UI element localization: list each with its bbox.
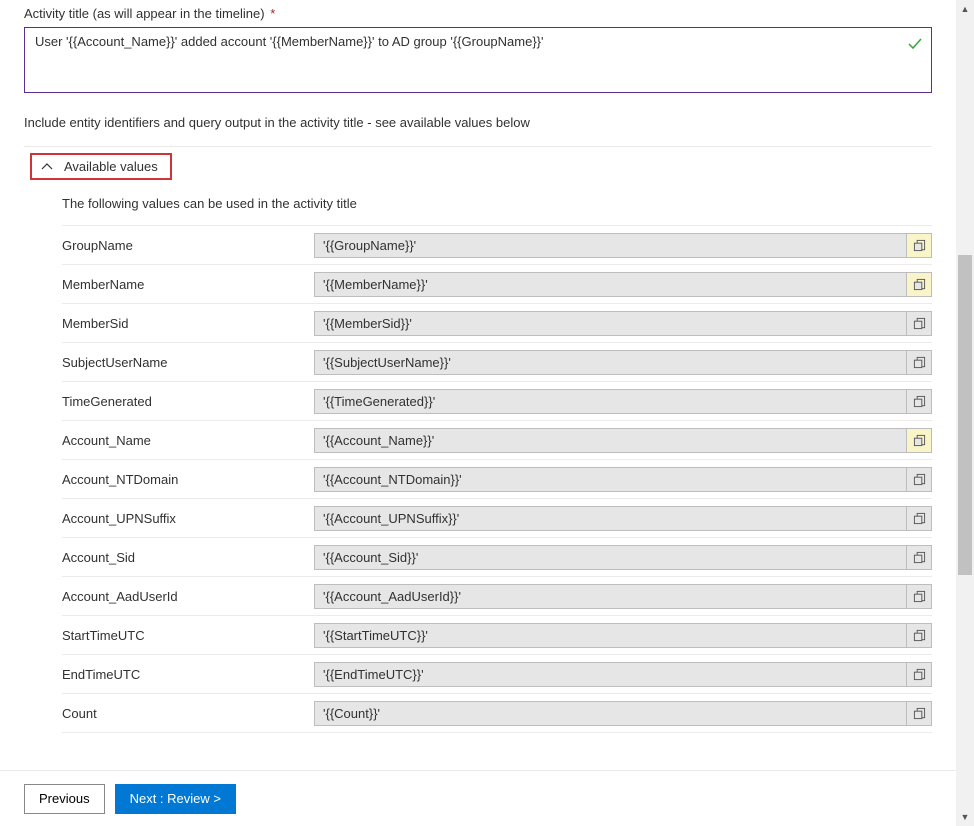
value-name: EndTimeUTC [62, 659, 314, 690]
value-cell: '{{MemberName}}' [314, 267, 932, 302]
value-cell: '{{Count}}' [314, 696, 932, 731]
required-asterisk: * [270, 6, 275, 21]
value-row: Account_NTDomain'{{Account_NTDomain}}' [62, 460, 932, 499]
copy-icon[interactable] [906, 467, 932, 492]
value-row: Account_AadUserId'{{Account_AadUserId}}' [62, 577, 932, 616]
value-cell: '{{TimeGenerated}}' [314, 384, 932, 419]
value-cell: '{{Account_UPNSuffix}}' [314, 501, 932, 536]
scroll-down-arrow-icon[interactable]: ▼ [956, 808, 974, 826]
available-values-description: The following values can be used in the … [62, 196, 932, 211]
scrollbar-track[interactable] [956, 18, 974, 808]
value-token: '{{TimeGenerated}}' [314, 389, 906, 414]
next-review-button[interactable]: Next : Review > [115, 784, 236, 814]
value-token: '{{Account_UPNSuffix}}' [314, 506, 906, 531]
previous-button[interactable]: Previous [24, 784, 105, 814]
activity-title-value: User '{{Account_Name}}' added account '{… [35, 34, 544, 49]
copy-icon[interactable] [906, 389, 932, 414]
value-cell: '{{Account_NTDomain}}' [314, 462, 932, 497]
copy-icon[interactable] [906, 233, 932, 258]
copy-icon[interactable] [906, 584, 932, 609]
value-row: GroupName'{{GroupName}}' [62, 226, 932, 265]
value-token: '{{Count}}' [314, 701, 906, 726]
copy-icon[interactable] [906, 701, 932, 726]
chevron-up-icon [40, 160, 54, 174]
copy-icon[interactable] [906, 623, 932, 648]
wizard-footer: Previous Next : Review > [0, 770, 974, 826]
value-cell: '{{SubjectUserName}}' [314, 345, 932, 380]
value-cell: '{{Account_Name}}' [314, 423, 932, 458]
value-name: Count [62, 698, 314, 729]
value-token: '{{Account_NTDomain}}' [314, 467, 906, 492]
divider [24, 146, 932, 147]
copy-icon[interactable] [906, 311, 932, 336]
copy-icon[interactable] [906, 272, 932, 297]
available-values-label: Available values [64, 159, 158, 174]
scrollbar-thumb[interactable] [958, 255, 972, 575]
value-row: EndTimeUTC'{{EndTimeUTC}}' [62, 655, 932, 694]
value-row: MemberSid'{{MemberSid}}' [62, 304, 932, 343]
value-name: MemberSid [62, 308, 314, 339]
value-name: Account_UPNSuffix [62, 503, 314, 534]
value-name: Account_AadUserId [62, 581, 314, 612]
value-token: '{{Account_Sid}}' [314, 545, 906, 570]
value-name: Account_Name [62, 425, 314, 456]
value-name: Account_NTDomain [62, 464, 314, 495]
value-token: '{{Account_Name}}' [314, 428, 906, 453]
value-cell: '{{Account_Sid}}' [314, 540, 932, 575]
value-row: Account_Name'{{Account_Name}}' [62, 421, 932, 460]
copy-icon[interactable] [906, 545, 932, 570]
value-cell: '{{EndTimeUTC}}' [314, 657, 932, 692]
checkmark-icon [907, 36, 923, 57]
value-row: StartTimeUTC'{{StartTimeUTC}}' [62, 616, 932, 655]
value-row: MemberName'{{MemberName}}' [62, 265, 932, 304]
copy-icon[interactable] [906, 662, 932, 687]
value-name: Account_Sid [62, 542, 314, 573]
value-cell: '{{Account_AadUserId}}' [314, 579, 932, 614]
value-name: GroupName [62, 230, 314, 261]
value-cell: '{{GroupName}}' [314, 228, 932, 263]
value-token: '{{SubjectUserName}}' [314, 350, 906, 375]
value-name: MemberName [62, 269, 314, 300]
value-token: '{{MemberName}}' [314, 272, 906, 297]
vertical-scrollbar[interactable]: ▲ ▼ [956, 0, 974, 826]
value-cell: '{{MemberSid}}' [314, 306, 932, 341]
value-name: SubjectUserName [62, 347, 314, 378]
help-text: Include entity identifiers and query out… [24, 115, 932, 130]
value-row: TimeGenerated'{{TimeGenerated}}' [62, 382, 932, 421]
value-token: '{{StartTimeUTC}}' [314, 623, 906, 648]
value-token: '{{EndTimeUTC}}' [314, 662, 906, 687]
copy-icon[interactable] [906, 350, 932, 375]
activity-title-label: Activity title (as will appear in the ti… [24, 6, 932, 21]
value-token: '{{MemberSid}}' [314, 311, 906, 336]
available-values-list: GroupName'{{GroupName}}'MemberName'{{Mem… [62, 225, 932, 733]
activity-title-label-text: Activity title (as will appear in the ti… [24, 6, 265, 21]
value-token: '{{Account_AadUserId}}' [314, 584, 906, 609]
value-name: StartTimeUTC [62, 620, 314, 651]
value-row: SubjectUserName'{{SubjectUserName}}' [62, 343, 932, 382]
scroll-up-arrow-icon[interactable]: ▲ [956, 0, 974, 18]
value-token: '{{GroupName}}' [314, 233, 906, 258]
value-row: Account_UPNSuffix'{{Account_UPNSuffix}}' [62, 499, 932, 538]
value-row: Account_Sid'{{Account_Sid}}' [62, 538, 932, 577]
available-values-toggle[interactable]: Available values [30, 153, 172, 180]
value-cell: '{{StartTimeUTC}}' [314, 618, 932, 653]
activity-title-input[interactable]: User '{{Account_Name}}' added account '{… [24, 27, 932, 93]
copy-icon[interactable] [906, 428, 932, 453]
copy-icon[interactable] [906, 506, 932, 531]
value-row: Count'{{Count}}' [62, 694, 932, 733]
value-name: TimeGenerated [62, 386, 314, 417]
